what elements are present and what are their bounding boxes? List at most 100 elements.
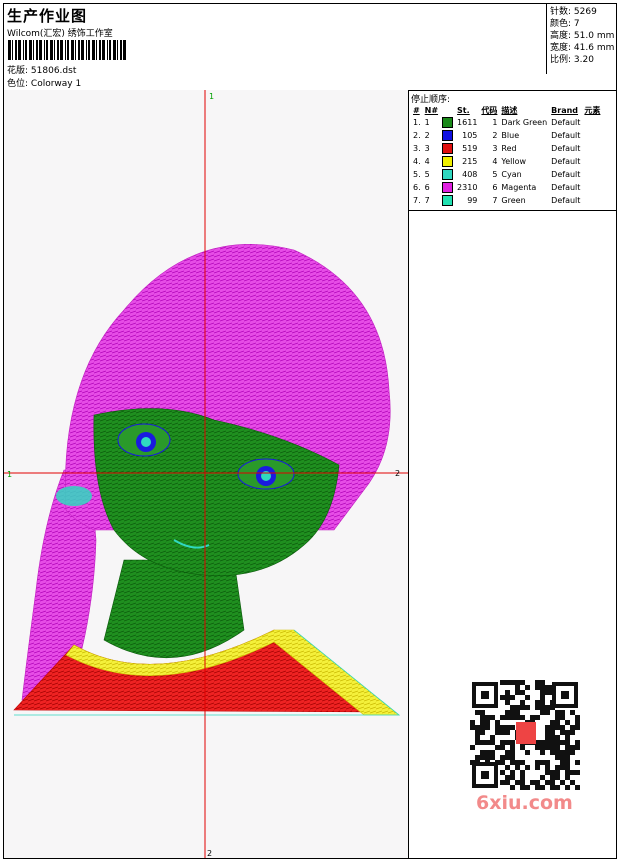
cell-needle: 2 — [424, 131, 430, 140]
cell-index: 2. — [413, 131, 421, 140]
color-swatch — [442, 169, 454, 180]
header: 生产作业图 Wilcom(汇宏) 绣饰工作室 花版: 51806.dst 色位:… — [4, 4, 616, 91]
cell-element — [582, 168, 602, 181]
cell-code: 6 — [492, 183, 498, 192]
color-swatch — [442, 195, 454, 206]
embroidery-preview: 1 1 2 2 — [4, 90, 408, 858]
cell-swatch — [440, 142, 455, 155]
color-swatch — [442, 143, 454, 154]
cell-needle: 6 — [424, 183, 430, 192]
table-row: 7. 7 99 7 Green Default — [411, 194, 602, 207]
color-swatch — [442, 182, 454, 193]
cell-code: 2 — [492, 131, 498, 140]
cell-code: 5 — [492, 170, 498, 179]
cell-needle: 5 — [424, 170, 430, 179]
stat-height: 高度: 51.0 mm — [550, 31, 615, 41]
barcode — [8, 40, 126, 60]
col-element: 元素 — [584, 105, 601, 115]
table-row: 3. 3 519 3 Red Default — [411, 142, 602, 155]
cell-needle: 1 — [424, 118, 430, 127]
cell-needle: 4 — [424, 157, 430, 166]
stat-colors: 颜色: 7 — [550, 19, 580, 29]
colorway-line: 色位: Colorway 1 — [7, 76, 81, 89]
axis-label-right: 2 — [395, 469, 400, 478]
cell-desc: Blue — [501, 131, 520, 140]
cell-brand: Default — [551, 157, 581, 166]
cell-swatch — [440, 116, 455, 129]
col-desc: 描述 — [501, 105, 518, 115]
design-label: 花版: — [7, 66, 29, 76]
table-row: 1. 1 1611 1 Dark Green Default — [411, 116, 602, 129]
cell-index: 4. — [413, 157, 421, 166]
cell-brand: Default — [551, 196, 581, 205]
cell-code: 7 — [492, 196, 498, 205]
cell-brand: Default — [551, 170, 581, 179]
table-row: 4. 4 215 4 Yellow Default — [411, 155, 602, 168]
cell-element — [582, 142, 602, 155]
cell-stitches: 215 — [462, 157, 478, 166]
cell-element — [582, 129, 602, 142]
cell-stitches: 408 — [462, 170, 478, 179]
axis-label-bottom: 2 — [207, 849, 212, 858]
cell-stitches: 1611 — [457, 118, 478, 127]
company-name: Wilcom(汇宏) 绣饰工作室 — [7, 29, 113, 39]
cell-stitches: 99 — [467, 196, 478, 205]
watermark: 6xiu.com — [476, 792, 573, 814]
cell-index: 1. — [413, 118, 421, 127]
cell-desc: Green — [501, 196, 526, 205]
color-swatch — [442, 117, 454, 128]
cell-index: 3. — [413, 144, 421, 153]
cell-brand: Default — [551, 144, 581, 153]
page-title: 生产作业图 — [7, 7, 88, 25]
cell-index: 7. — [413, 196, 421, 205]
color-swatch — [442, 156, 454, 167]
colorway-value: Colorway 1 — [30, 79, 82, 89]
cell-stitches: 2310 — [457, 183, 478, 192]
stats-block: 针数: 5269 颜色: 7 高度: 51.0 mm 宽度: 41.6 mm 比… — [550, 6, 614, 66]
cell-brand: Default — [551, 118, 581, 127]
col-index: # — [413, 105, 420, 115]
cell-code: 3 — [492, 144, 498, 153]
cell-desc: Dark Green — [501, 118, 548, 127]
cell-needle: 3 — [424, 144, 430, 153]
cell-brand: Default — [551, 183, 581, 192]
hair-tie — [56, 486, 92, 506]
header-divider — [546, 4, 547, 74]
cell-element — [582, 155, 602, 168]
cell-index: 6. — [413, 183, 421, 192]
stop-sequence-panel: 停止顺序: # N# St. 代码 描述 Brand 元素 1. 1 1611 1 Da… — [409, 90, 616, 211]
cell-stitches: 519 — [462, 144, 478, 153]
table-header: # N# St. 代码 描述 Brand 元素 — [411, 104, 602, 116]
col-code: 代码 — [481, 105, 498, 115]
col-stitches: St. — [457, 105, 470, 115]
cell-desc: Cyan — [501, 170, 522, 179]
worksheet: 生产作业图 Wilcom(汇宏) 绣饰工作室 花版: 51806.dst 色位:… — [3, 3, 617, 859]
stat-scale: 比例: 3.20 — [550, 55, 594, 65]
cell-code: 1 — [492, 118, 498, 127]
col-swatch — [440, 104, 455, 116]
col-brand: Brand — [551, 105, 579, 115]
cell-element — [582, 194, 602, 207]
design-file: 51806.dst — [30, 66, 77, 76]
cell-desc: Red — [501, 144, 517, 153]
qr-code — [470, 680, 580, 790]
table-row: 5. 5 408 5 Cyan Default — [411, 168, 602, 181]
colorway-label: 色位: — [7, 79, 29, 89]
cell-element — [582, 116, 602, 129]
axis-label-top: 1 — [209, 92, 214, 101]
cell-stitches: 105 — [462, 131, 478, 140]
table-row: 6. 6 2310 6 Magenta Default — [411, 181, 602, 194]
cell-code: 4 — [492, 157, 498, 166]
right-eye — [237, 458, 295, 490]
stop-sequence-table: # N# St. 代码 描述 Brand 元素 1. 1 1611 1 Dark Gre… — [411, 104, 602, 207]
cell-swatch — [440, 181, 455, 194]
cell-element — [582, 181, 602, 194]
stat-width: 宽度: 41.6 mm — [550, 43, 615, 53]
color-swatch — [442, 130, 454, 141]
cell-swatch — [440, 194, 455, 207]
cell-swatch — [440, 155, 455, 168]
col-needle: N# — [424, 105, 439, 115]
table-row: 2. 2 105 2 Blue Default — [411, 129, 602, 142]
cell-swatch — [440, 168, 455, 181]
design-file-line: 花版: 51806.dst — [7, 63, 76, 76]
